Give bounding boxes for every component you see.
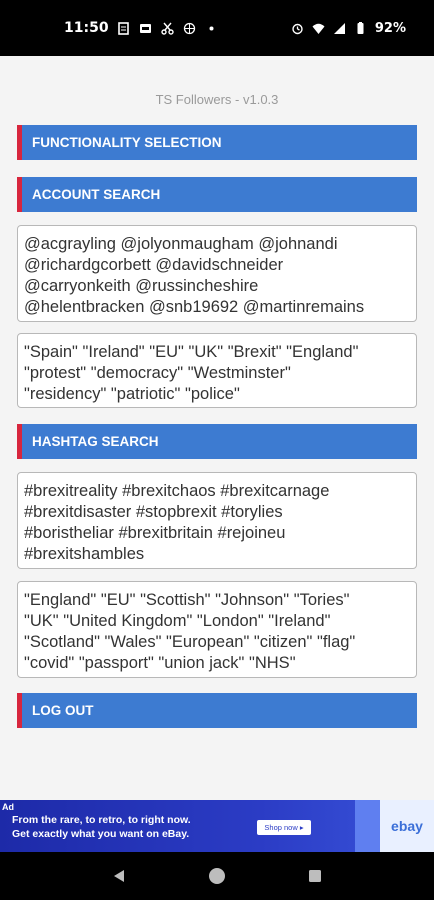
hashtag-list-input[interactable]: #brexitreality #brexitchaos #brexitcarna…: [17, 472, 417, 569]
ad-brand-panel: ebay: [380, 800, 434, 852]
account-list-input[interactable]: @acgrayling @jolyonmaugham @johnandi @ri…: [17, 225, 417, 322]
dot-icon: [209, 26, 214, 30]
alarm-icon: [292, 23, 303, 34]
app-icon: [139, 23, 151, 33]
battery-percent: 92%: [374, 20, 406, 36]
recents-icon: [309, 870, 321, 882]
status-bar: 11:50 92%: [0, 0, 434, 56]
app-version-title: TS Followers - v1.0.3: [155, 92, 279, 107]
status-left-icons: [117, 21, 218, 35]
account-keywords-input[interactable]: "Spain" "Ireland" "EU" "UK" "Brexit" "En…: [17, 333, 417, 408]
account-search-button[interactable]: ACCOUNT SEARCH: [17, 177, 417, 212]
hashtag-keywords-input[interactable]: "England" "EU" "Scottish" "Johnson" "Tor…: [17, 581, 417, 678]
recents-button[interactable]: [303, 864, 327, 888]
ad-decoration: [355, 800, 380, 852]
ad-tag: Ad: [2, 802, 14, 812]
battery-icon: [357, 21, 364, 34]
ad-subline: Get exactly what you want on eBay.: [12, 828, 190, 840]
ad-brand-logo: ebay: [391, 818, 423, 834]
scissors-icon: [160, 22, 174, 35]
hashtag-search-button[interactable]: HASHTAG SEARCH: [17, 424, 417, 459]
main-content: TS Followers - v1.0.3 FUNCTIONALITY SELE…: [0, 56, 434, 800]
log-out-button[interactable]: LOG OUT: [17, 693, 417, 728]
ad-headline: From the rare, to retro, to right now.: [12, 814, 191, 826]
home-button[interactable]: [205, 864, 229, 888]
back-icon: [114, 870, 124, 882]
status-time: 11:50: [64, 20, 109, 36]
wifi-icon: [312, 23, 325, 34]
notes-icon: [117, 21, 129, 35]
functionality-selection-button[interactable]: FUNCTIONALITY SELECTION: [17, 125, 417, 160]
status-right: 92%: [291, 21, 406, 36]
home-icon: [209, 868, 225, 884]
ad-banner[interactable]: Ad From the rare, to retro, to right now…: [0, 800, 434, 852]
back-button[interactable]: [107, 864, 131, 888]
nav-bar: [0, 852, 434, 900]
signal-icon: [333, 22, 345, 34]
ad-shop-now-button[interactable]: Shop now ▸: [257, 820, 311, 835]
globe-icon: [183, 22, 195, 34]
